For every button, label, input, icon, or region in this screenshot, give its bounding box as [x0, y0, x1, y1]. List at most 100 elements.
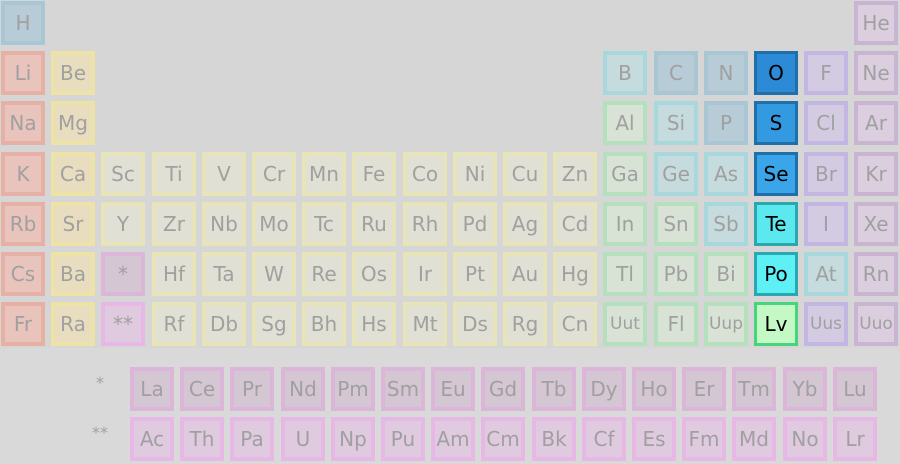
element-Gd[interactable]: Gd [481, 367, 525, 411]
element-B[interactable]: B [603, 51, 647, 95]
element-La[interactable]: La [130, 367, 174, 411]
element-Am[interactable]: Am [431, 417, 475, 461]
element-Sm[interactable]: Sm [381, 367, 425, 411]
element-Ag[interactable]: Ag [503, 202, 547, 246]
element-Cd[interactable]: Cd [553, 202, 597, 246]
element-Cn[interactable]: Cn [553, 302, 597, 346]
element-Ba[interactable]: Ba [51, 252, 95, 296]
element-Es[interactable]: Es [632, 417, 676, 461]
element-Er[interactable]: Er [682, 367, 726, 411]
element-Fe[interactable]: Fe [352, 152, 396, 196]
element-Rh[interactable]: Rh [403, 202, 447, 246]
element-Re[interactable]: Re [302, 252, 346, 296]
element-Rf[interactable]: Rf [152, 302, 196, 346]
element-Bk[interactable]: Bk [532, 417, 576, 461]
element-No[interactable]: No [783, 417, 827, 461]
element-Se[interactable]: Se [754, 152, 798, 196]
element-Li[interactable]: Li [1, 51, 45, 95]
element-Cu[interactable]: Cu [503, 152, 547, 196]
element-Ru[interactable]: Ru [352, 202, 396, 246]
element-Ni[interactable]: Ni [453, 152, 497, 196]
element-Ir[interactable]: Ir [403, 252, 447, 296]
element-Cl[interactable]: Cl [804, 101, 848, 145]
element-Cm[interactable]: Cm [481, 417, 525, 461]
element-In[interactable]: In [603, 202, 647, 246]
element-Y[interactable]: Y [101, 202, 145, 246]
element-V[interactable]: V [202, 152, 246, 196]
element-Zr[interactable]: Zr [152, 202, 196, 246]
element-Sn[interactable]: Sn [654, 202, 698, 246]
element-Ar[interactable]: Ar [854, 101, 898, 145]
element-Ga[interactable]: Ga [603, 152, 647, 196]
element-Ra[interactable]: Ra [51, 302, 95, 346]
element-Pa[interactable]: Pa [230, 417, 274, 461]
element-Pd[interactable]: Pd [453, 202, 497, 246]
element-I[interactable]: I [804, 202, 848, 246]
element-Rb[interactable]: Rb [1, 202, 45, 246]
element-Bi[interactable]: Bi [704, 252, 748, 296]
element-Po[interactable]: Po [754, 252, 798, 296]
element-Uus[interactable]: Uus [804, 302, 848, 346]
element-Au[interactable]: Au [503, 252, 547, 296]
element-Te[interactable]: Te [754, 202, 798, 246]
element-Pu[interactable]: Pu [381, 417, 425, 461]
element-O[interactable]: O [754, 51, 798, 95]
element-H[interactable]: H [1, 1, 45, 45]
element-Rg[interactable]: Rg [503, 302, 547, 346]
element-As[interactable]: As [704, 152, 748, 196]
element-Bh[interactable]: Bh [302, 302, 346, 346]
element-Lu[interactable]: Lu [833, 367, 877, 411]
element-Pr[interactable]: Pr [230, 367, 274, 411]
element-Cf[interactable]: Cf [582, 417, 626, 461]
element-Dy[interactable]: Dy [582, 367, 626, 411]
element-Zn[interactable]: Zn [553, 152, 597, 196]
element-Uup[interactable]: Uup [704, 302, 748, 346]
element-F[interactable]: F [804, 51, 848, 95]
element-Np[interactable]: Np [331, 417, 375, 461]
element-starstar[interactable]: ** [101, 302, 145, 346]
element-Os[interactable]: Os [352, 252, 396, 296]
element-Uut[interactable]: Uut [603, 302, 647, 346]
element-Db[interactable]: Db [202, 302, 246, 346]
element-Pb[interactable]: Pb [654, 252, 698, 296]
element-Fm[interactable]: Fm [682, 417, 726, 461]
element-Fr[interactable]: Fr [1, 302, 45, 346]
element-Hs[interactable]: Hs [352, 302, 396, 346]
element-Tb[interactable]: Tb [532, 367, 576, 411]
element-N[interactable]: N [704, 51, 748, 95]
element-Pt[interactable]: Pt [453, 252, 497, 296]
element-U[interactable]: U [281, 417, 325, 461]
element-Mg[interactable]: Mg [51, 101, 95, 145]
element-Kr[interactable]: Kr [854, 152, 898, 196]
element-Cr[interactable]: Cr [252, 152, 296, 196]
element-Mo[interactable]: Mo [252, 202, 296, 246]
element-At[interactable]: At [804, 252, 848, 296]
element-Sg[interactable]: Sg [252, 302, 296, 346]
element-He[interactable]: He [854, 1, 898, 45]
element-W[interactable]: W [252, 252, 296, 296]
element-Th[interactable]: Th [180, 417, 224, 461]
element-Na[interactable]: Na [1, 101, 45, 145]
element-Si[interactable]: Si [654, 101, 698, 145]
element-C[interactable]: C [654, 51, 698, 95]
element-Yb[interactable]: Yb [783, 367, 827, 411]
element-Ds[interactable]: Ds [453, 302, 497, 346]
element-Nb[interactable]: Nb [202, 202, 246, 246]
element-Sb[interactable]: Sb [704, 202, 748, 246]
element-Ca[interactable]: Ca [51, 152, 95, 196]
element-Ta[interactable]: Ta [202, 252, 246, 296]
element-Ne[interactable]: Ne [854, 51, 898, 95]
element-P[interactable]: P [704, 101, 748, 145]
element-Eu[interactable]: Eu [431, 367, 475, 411]
element-Nd[interactable]: Nd [281, 367, 325, 411]
element-Cs[interactable]: Cs [1, 252, 45, 296]
element-star[interactable]: * [101, 252, 145, 296]
element-Ge[interactable]: Ge [654, 152, 698, 196]
element-Pm[interactable]: Pm [331, 367, 375, 411]
element-Tm[interactable]: Tm [732, 367, 776, 411]
element-Rn[interactable]: Rn [854, 252, 898, 296]
element-Ac[interactable]: Ac [130, 417, 174, 461]
element-Mt[interactable]: Mt [403, 302, 447, 346]
element-Sr[interactable]: Sr [51, 202, 95, 246]
element-Md[interactable]: Md [732, 417, 776, 461]
